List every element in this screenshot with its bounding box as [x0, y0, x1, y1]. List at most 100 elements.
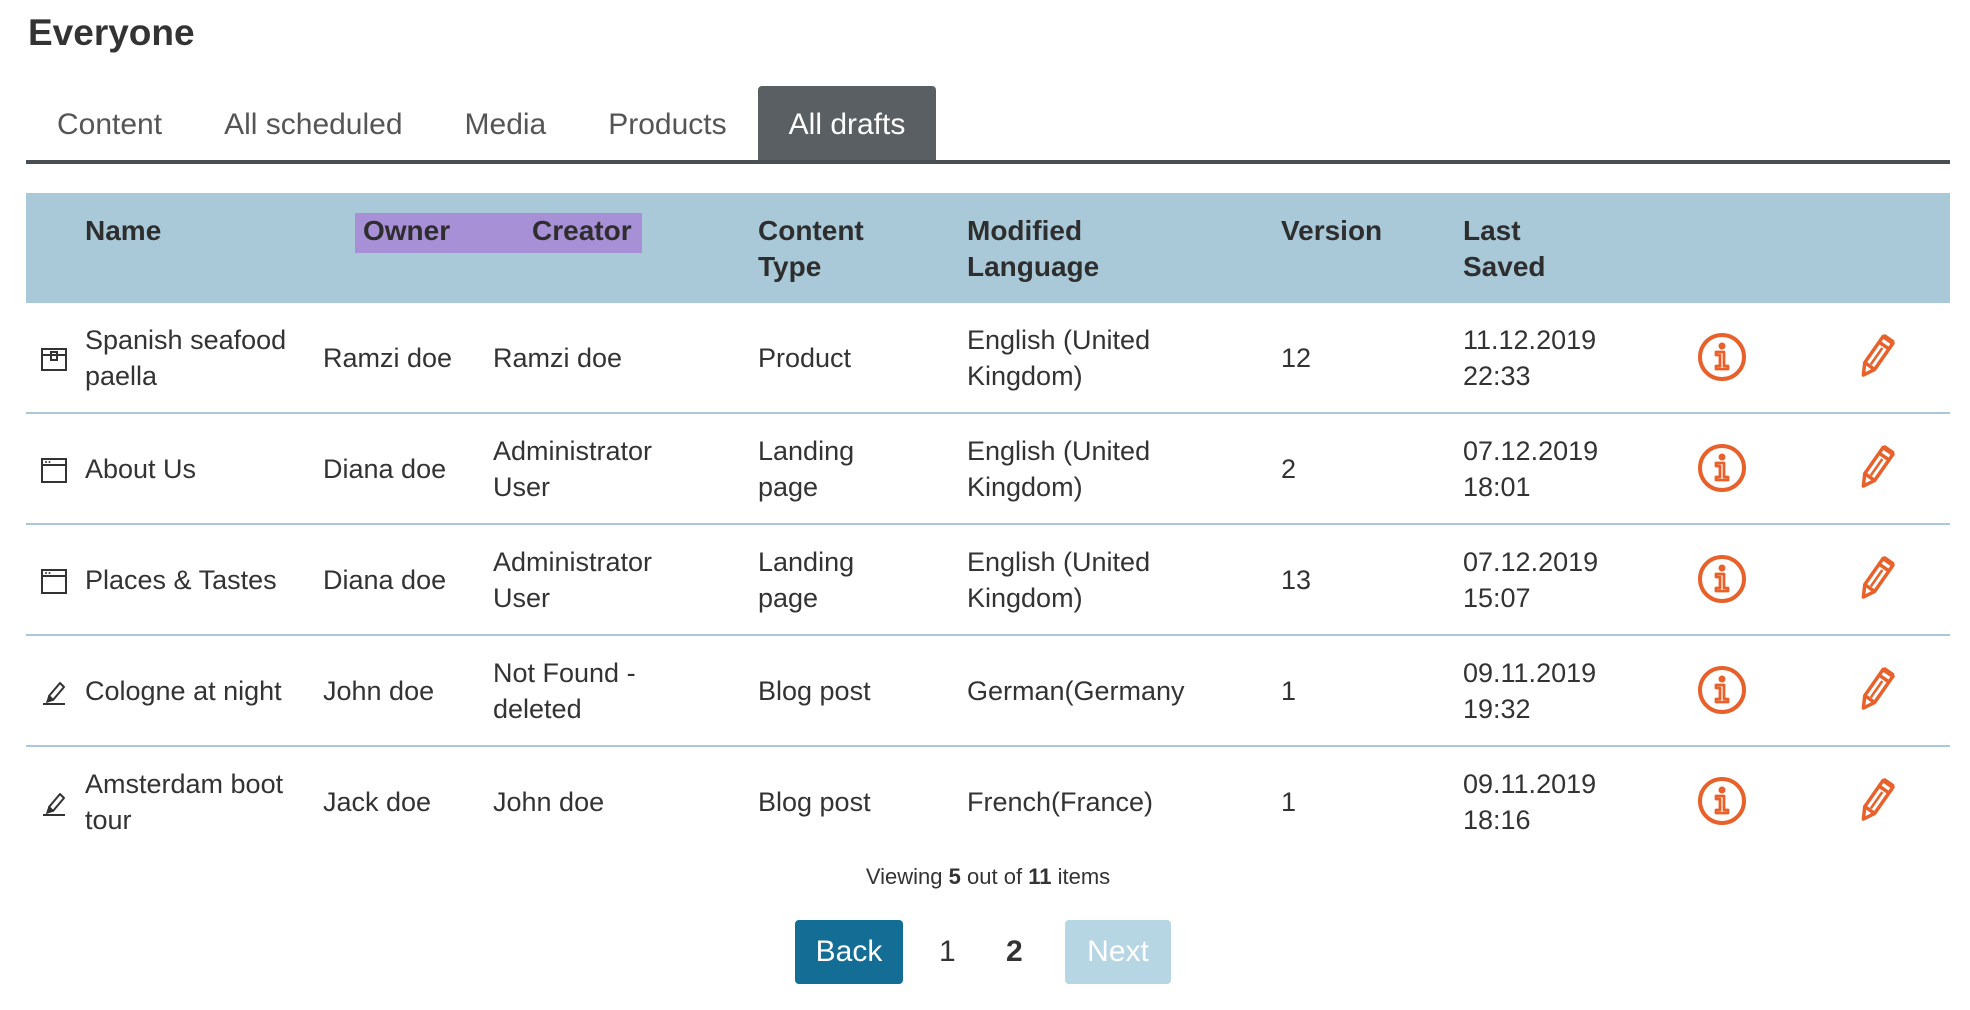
table-row[interactable]: Spanish seafood paella Ramzi doe Ramzi doe… — [26, 303, 1950, 414]
page-title: Everyone — [28, 12, 195, 53]
cell-creator: Not Found - deleted — [493, 657, 636, 724]
column-header-creator-label: Creator — [532, 215, 632, 246]
cell-version: 12 — [1281, 342, 1312, 373]
blog-post-pen-icon — [40, 678, 68, 706]
viewing-summary: Viewing 5 out of 11 items — [26, 864, 1950, 890]
tab-content[interactable]: Content — [26, 86, 193, 160]
landing-page-icon — [40, 567, 68, 595]
last-saved-date: 09.11.2019 — [1463, 657, 1597, 688]
drafts-table: Name Owner Creator Content Type Modified… — [26, 193, 1950, 856]
cell-last-saved: 07.12.2019 18:01 — [1463, 414, 1623, 523]
last-saved-time: 18:01 — [1463, 471, 1531, 502]
tab-media[interactable]: Media — [434, 86, 578, 160]
column-header-owner-label: Owner — [363, 215, 451, 246]
cell-last-saved: 11.12.2019 22:33 — [1463, 303, 1623, 412]
pencil-icon[interactable] — [1849, 663, 1903, 717]
viewing-middle: out of — [967, 864, 1023, 889]
last-saved-date: 09.11.2019 — [1463, 768, 1597, 799]
column-header-last-saved-line1: Last — [1463, 215, 1521, 246]
cell-version: 2 — [1281, 453, 1297, 484]
pencil-icon[interactable] — [1849, 552, 1903, 606]
product-box-icon — [40, 345, 68, 373]
cell-creator: John doe — [493, 786, 605, 817]
column-header-modified-language[interactable]: Modified Language — [967, 213, 1099, 285]
cell-creator: Ramzi doe — [493, 342, 623, 373]
column-header-content-type[interactable]: Content Type — [758, 213, 864, 285]
page-1-link[interactable]: 1 — [939, 920, 956, 984]
info-icon[interactable] — [1695, 552, 1749, 606]
last-saved-date: 07.12.2019 — [1463, 546, 1599, 577]
viewing-prefix: Viewing — [865, 864, 943, 889]
viewing-count: 5 — [948, 864, 961, 889]
last-saved-date: 11.12.2019 — [1463, 324, 1597, 355]
tab-all-drafts[interactable]: All drafts — [757, 86, 937, 160]
column-header-owner[interactable]: Owner — [363, 213, 450, 249]
cell-version: 1 — [1281, 786, 1297, 817]
tab-all-scheduled[interactable]: All scheduled — [193, 86, 433, 160]
table-body: Spanish seafood paella Ramzi doe Ramzi doe… — [26, 303, 1950, 856]
last-saved-time: 18:16 — [1463, 804, 1531, 835]
cell-owner: Diana doe — [323, 564, 447, 595]
column-header-modified-language-line2: Language — [967, 251, 1100, 282]
back-button[interactable]: Back — [795, 920, 903, 984]
table-row[interactable]: Cologne at night John doe Not Found - dele… — [26, 636, 1950, 747]
cell-name[interactable]: About Us — [85, 414, 325, 523]
column-header-content-type-line1: Content — [758, 215, 864, 246]
cell-name[interactable]: Spanish seafood paella — [85, 303, 325, 412]
cell-version: 1 — [1281, 675, 1297, 706]
table-row[interactable]: Places & Tastes Diana doe Administrator Us… — [26, 525, 1950, 636]
landing-page-icon — [40, 456, 68, 484]
cell-version: 13 — [1281, 564, 1312, 595]
column-header-creator[interactable]: Creator — [532, 213, 632, 249]
column-header-version[interactable]: Version — [1281, 213, 1382, 249]
cell-creator: Administrator User — [493, 435, 653, 502]
table-row[interactable]: Amsterdam boot tour Jack doe John doe Blog … — [26, 747, 1950, 856]
last-saved-time: 22:33 — [1463, 360, 1531, 391]
cell-last-saved: 09.11.2019 18:16 — [1463, 747, 1623, 856]
cell-content-type: Product — [758, 342, 852, 373]
cell-language: English (United Kingdom) — [967, 546, 1151, 613]
pencil-icon[interactable] — [1849, 774, 1903, 828]
last-saved-date: 07.12.2019 — [1463, 435, 1599, 466]
cell-language: English (United Kingdom) — [967, 324, 1151, 391]
pencil-icon[interactable] — [1849, 330, 1903, 384]
column-header-content-type-line2: Type — [758, 251, 822, 282]
tab-bar: Content All scheduled Media Products All… — [26, 84, 1950, 164]
cell-last-saved: 09.11.2019 19:32 — [1463, 636, 1623, 745]
last-saved-time: 15:07 — [1463, 582, 1531, 613]
cell-owner: Ramzi doe — [323, 342, 453, 373]
cell-name[interactable]: Places & Tastes — [85, 525, 325, 634]
column-header-last-saved-line2: Saved — [1463, 251, 1546, 282]
cell-content-type: Blog post — [758, 786, 871, 817]
cell-owner: Diana doe — [323, 453, 447, 484]
cell-owner: Jack doe — [323, 786, 432, 817]
info-icon[interactable] — [1695, 774, 1749, 828]
page-2-current[interactable]: 2 — [1006, 920, 1023, 984]
cell-last-saved: 07.12.2019 15:07 — [1463, 525, 1623, 634]
cell-content-type: Landing page — [758, 546, 855, 613]
cell-language: French(France) — [967, 786, 1154, 817]
table-row[interactable]: About Us Diana doe Administrator User Landi… — [26, 414, 1950, 525]
column-header-name[interactable]: Name — [85, 213, 161, 249]
column-header-last-saved[interactable]: Last Saved — [1463, 213, 1546, 285]
pagination: Back 1 2 Next — [26, 920, 1950, 984]
next-button[interactable]: Next — [1065, 920, 1171, 984]
cell-language: German(Germany — [967, 675, 1185, 706]
tab-products[interactable]: Products — [577, 86, 757, 160]
column-header-modified-language-line1: Modified — [967, 215, 1083, 246]
last-saved-time: 19:32 — [1463, 693, 1531, 724]
table-header: Name Owner Creator Content Type Modified… — [26, 193, 1950, 303]
info-icon[interactable] — [1695, 663, 1749, 717]
cell-name[interactable]: Amsterdam boot tour — [85, 747, 325, 856]
column-header-version-label: Version — [1281, 215, 1383, 246]
cell-name[interactable]: Cologne at night — [85, 636, 325, 745]
info-icon[interactable] — [1695, 441, 1749, 495]
viewing-total: 11 — [1028, 864, 1052, 889]
pencil-icon[interactable] — [1849, 441, 1903, 495]
info-icon[interactable] — [1695, 330, 1749, 384]
cell-owner: John doe — [323, 675, 435, 706]
cell-language: English (United Kingdom) — [967, 435, 1151, 502]
blog-post-pen-icon — [40, 789, 68, 817]
cell-content-type: Blog post — [758, 675, 871, 706]
cell-creator: Administrator User — [493, 546, 653, 613]
